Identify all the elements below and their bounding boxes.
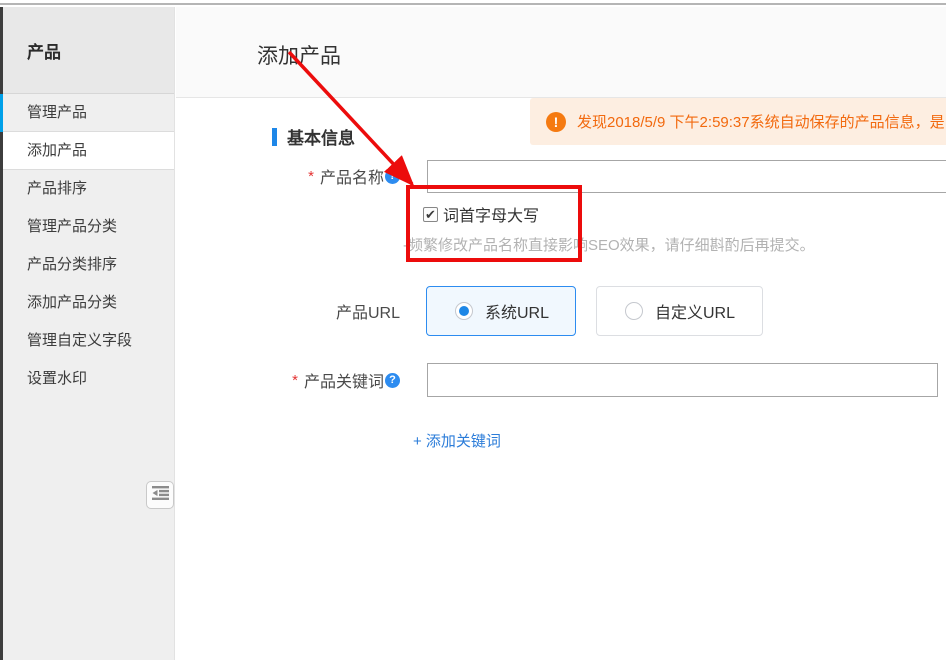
page-header: 添加产品 (176, 7, 946, 98)
add-keyword-link[interactable]: + 添加关键词 (413, 430, 501, 451)
sidebar-collapse-button[interactable] (146, 481, 174, 509)
sidebar-item-custom-fields[interactable]: 管理自定义字段 (0, 322, 174, 360)
help-question-icon[interactable]: ? (385, 373, 400, 388)
sidebar-item-watermark[interactable]: 设置水印 (0, 360, 174, 398)
section-accent-bar (272, 128, 277, 146)
product-keywords-input[interactable] (427, 363, 938, 397)
product-keywords-label-row: * 产品关键词 ? (272, 363, 400, 397)
product-name-input[interactable] (427, 160, 946, 193)
sidebar-item-add-category[interactable]: 添加产品分类 (0, 284, 174, 322)
sidebar-item-manage-categories[interactable]: 管理产品分类 (0, 208, 174, 246)
sidebar-item-add-product[interactable]: 添加产品 (0, 132, 174, 170)
product-name-hint: -频繁修改产品名称直接影响SEO效果，请仔细斟酌后再提交。 (403, 234, 815, 255)
autosave-notification[interactable]: ! 发现2018/5/9 下午2:59:37系统自动保存的产品信息，是 (530, 98, 946, 145)
radio-unselected-icon (625, 302, 643, 320)
sidebar-item-manage-products[interactable]: 管理产品 (0, 94, 174, 132)
page: 产品 管理产品 添加产品 产品排序 管理产品分类 产品分类排序 添加产品分类 管… (0, 0, 946, 660)
capitalize-checkbox-row: ✔ 词首字母大写 (423, 202, 539, 226)
top-border (0, 0, 946, 5)
sidebar: 产品 管理产品 添加产品 产品排序 管理产品分类 产品分类排序 添加产品分类 管… (0, 7, 175, 660)
help-question-icon[interactable]: ? (385, 169, 400, 184)
sidebar-title: 产品 (0, 7, 174, 94)
system-url-option[interactable]: 系统URL (426, 286, 576, 336)
page-title: 添加产品 (257, 40, 341, 70)
system-url-label: 系统URL (485, 299, 549, 323)
required-mark: * (292, 372, 298, 389)
alert-exclamation-icon: ! (546, 112, 566, 132)
sidebar-active-indicator (0, 94, 3, 132)
section-title: 基本信息 (287, 124, 355, 149)
notification-text: 发现2018/5/9 下午2:59:37系统自动保存的产品信息，是 (577, 111, 945, 132)
sidebar-item-product-sort[interactable]: 产品排序 (0, 170, 174, 208)
product-name-label-row: * 产品名称 ? (272, 160, 400, 192)
product-url-label-row: 产品URL (272, 286, 400, 336)
content-area: ! 发现2018/5/9 下午2:59:37系统自动保存的产品信息，是 基本信息… (176, 98, 946, 660)
radio-selected-icon (455, 302, 473, 320)
menu-fold-icon (152, 486, 169, 505)
custom-url-label: 自定义URL (655, 299, 735, 323)
required-mark: * (308, 168, 314, 185)
sidebar-item-category-sort[interactable]: 产品分类排序 (0, 246, 174, 284)
capitalize-checkbox-label: 词首字母大写 (443, 202, 539, 226)
product-url-label: 产品URL (336, 299, 400, 323)
product-name-label: 产品名称 (320, 164, 384, 188)
product-keywords-label: 产品关键词 (304, 368, 384, 392)
section-basic-info: 基本信息 (272, 124, 355, 149)
custom-url-option[interactable]: 自定义URL (596, 286, 763, 336)
capitalize-checkbox[interactable]: ✔ (423, 207, 438, 222)
